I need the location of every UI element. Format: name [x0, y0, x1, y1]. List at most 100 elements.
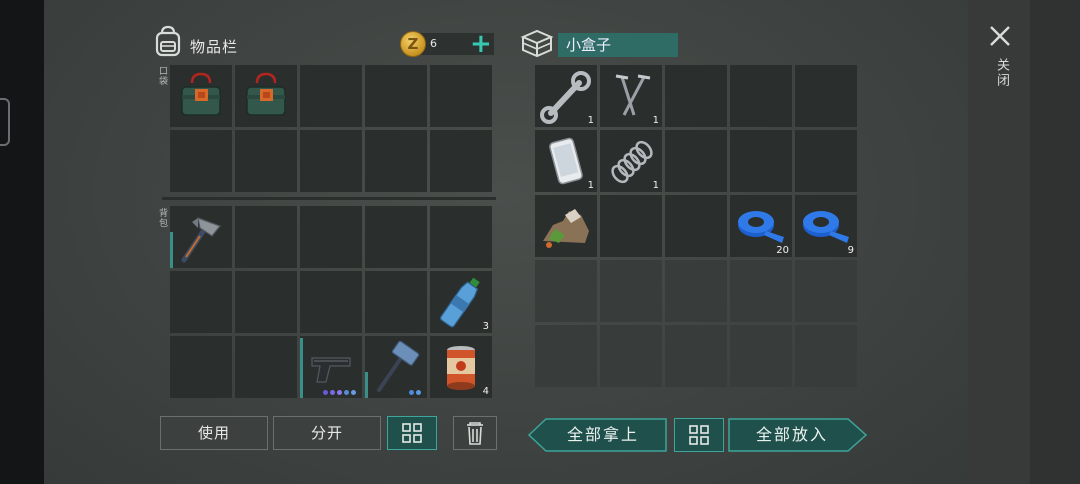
- backpack-slot[interactable]: [170, 336, 232, 398]
- container-slot[interactable]: [665, 130, 727, 192]
- grid-sort-icon: [689, 425, 709, 445]
- pocket-slot[interactable]: [170, 130, 232, 192]
- right-edge: [1030, 0, 1080, 484]
- backpack-slot[interactable]: [365, 271, 427, 333]
- backpack-slot[interactable]: 4: [430, 336, 492, 398]
- container-slot[interactable]: [535, 260, 597, 322]
- put-all-button[interactable]: 全部放入: [728, 418, 868, 452]
- container-grid: 1 1 1 1 20 9: [535, 65, 857, 400]
- durability-bar: [365, 372, 368, 398]
- take-all-label: 全部拿上: [566, 425, 639, 444]
- rarity-dots: [409, 390, 421, 395]
- split-button[interactable]: 分开: [273, 416, 381, 450]
- trash-icon: [467, 422, 483, 445]
- container-slot[interactable]: [665, 65, 727, 127]
- container-slot[interactable]: [535, 195, 597, 257]
- container-slot[interactable]: 9: [795, 195, 857, 257]
- pocket-label: 口袋: [157, 66, 167, 86]
- item-count: 9: [847, 245, 854, 256]
- container-slot[interactable]: [665, 195, 727, 257]
- container-slot[interactable]: [795, 260, 857, 322]
- backpack-slot[interactable]: [300, 271, 362, 333]
- container-slot[interactable]: 20: [730, 195, 792, 257]
- pocket-slot[interactable]: [365, 130, 427, 192]
- item-count: 1: [587, 180, 594, 191]
- device-bezel-left: [0, 0, 44, 484]
- pocket-slot[interactable]: [430, 65, 492, 127]
- item-count: 1: [652, 115, 659, 126]
- coin-icon: Z: [400, 31, 426, 57]
- container-slot[interactable]: [795, 130, 857, 192]
- backpack-slot[interactable]: [365, 336, 427, 398]
- container-slot[interactable]: [665, 260, 727, 322]
- item-count: 20: [776, 245, 789, 256]
- pocket-slot[interactable]: [235, 130, 297, 192]
- backpack-slot[interactable]: [300, 206, 362, 268]
- container-slot[interactable]: [600, 260, 662, 322]
- container-slot[interactable]: 1: [535, 65, 597, 127]
- pocket-slot[interactable]: [365, 65, 427, 127]
- close-label: 关闭: [994, 58, 1009, 88]
- container-box-icon: [520, 28, 554, 62]
- backpack-slot[interactable]: [235, 271, 297, 333]
- container-slot[interactable]: [730, 130, 792, 192]
- take-all-button[interactable]: 全部拿上: [528, 418, 668, 452]
- sledgehammer-icon: [377, 340, 420, 392]
- sort-inventory-button[interactable]: [387, 416, 437, 450]
- backpack-slot[interactable]: [170, 271, 232, 333]
- backpack-label: 背包: [157, 208, 167, 228]
- backpack-slot[interactable]: [235, 336, 297, 398]
- container-slot[interactable]: 1: [535, 130, 597, 192]
- pocket-slot[interactable]: [170, 65, 232, 127]
- close-button[interactable]: [987, 23, 1013, 53]
- container-slot[interactable]: [795, 65, 857, 127]
- backpack-slot[interactable]: [300, 336, 362, 398]
- backpack-slot[interactable]: [365, 206, 427, 268]
- item-count: 1: [652, 180, 659, 191]
- container-slot[interactable]: [600, 195, 662, 257]
- pocket-grid: [170, 65, 492, 192]
- durability-bar: [170, 232, 173, 268]
- use-button[interactable]: 使用: [160, 416, 268, 450]
- grid-sort-icon: [402, 423, 422, 443]
- item-count: 3: [482, 321, 489, 332]
- backpack-icon: [153, 25, 183, 61]
- durability-bar: [300, 338, 303, 398]
- container-slot[interactable]: [600, 325, 662, 387]
- container-slot[interactable]: 1: [600, 65, 662, 127]
- container-slot[interactable]: [730, 325, 792, 387]
- pocket-slot[interactable]: [430, 130, 492, 192]
- discard-button[interactable]: [453, 416, 497, 450]
- inventory-title: 物品栏: [190, 38, 239, 56]
- pocket-slot[interactable]: [300, 130, 362, 192]
- container-slot[interactable]: 1: [600, 130, 662, 192]
- rarity-dots: [323, 390, 356, 395]
- backpack-slot[interactable]: [170, 206, 232, 268]
- close-icon: [990, 26, 1010, 46]
- pistol-icon: [311, 357, 351, 383]
- backpack-slot[interactable]: [430, 206, 492, 268]
- container-slot[interactable]: [795, 325, 857, 387]
- container-slot[interactable]: [730, 65, 792, 127]
- put-all-label: 全部放入: [755, 425, 828, 444]
- container-slot[interactable]: [665, 325, 727, 387]
- container-title: 小盒子: [558, 33, 678, 57]
- container-slot[interactable]: [730, 260, 792, 322]
- add-coins-button[interactable]: +: [470, 31, 492, 57]
- toolbox-icon: [246, 72, 286, 116]
- item-count: 4: [482, 386, 489, 397]
- backpack-grid: 3 4: [170, 206, 492, 398]
- toolbox-icon: [181, 72, 221, 116]
- backpack-slot[interactable]: [235, 206, 297, 268]
- device-side-button: [0, 98, 10, 146]
- sort-container-button[interactable]: [674, 418, 724, 452]
- item-count: 1: [587, 115, 594, 126]
- pocket-slot[interactable]: [300, 65, 362, 127]
- section-divider: [162, 197, 496, 200]
- scrap-pile-icon: [543, 209, 589, 248]
- pocket-slot[interactable]: [235, 65, 297, 127]
- coin-count: 6: [430, 37, 437, 50]
- backpack-slot[interactable]: 3: [430, 271, 492, 333]
- container-slot[interactable]: [535, 325, 597, 387]
- hatchet-icon: [181, 217, 221, 263]
